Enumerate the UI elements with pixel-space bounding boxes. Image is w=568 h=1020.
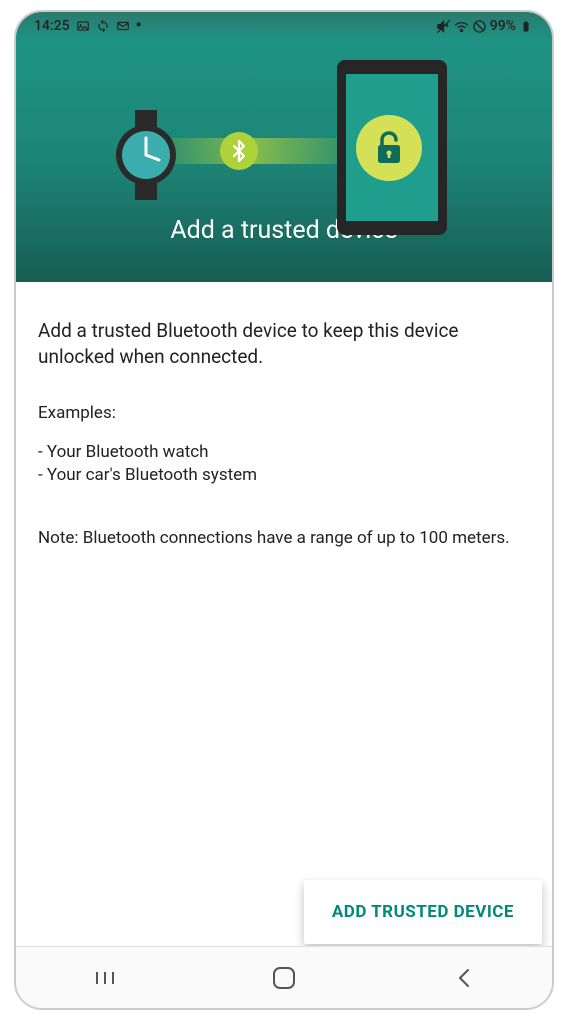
content-area: Add a trusted Bluetooth device to keep t… (16, 282, 552, 946)
battery-text: 99% (490, 18, 516, 34)
note-text: Note: Bluetooth connections have a range… (38, 527, 530, 549)
image-icon (76, 19, 90, 33)
examples-list: - Your Bluetooth watch - Your car's Blue… (38, 441, 530, 487)
nav-bar (16, 946, 552, 1008)
example-item: - Your car's Bluetooth system (38, 464, 530, 487)
wifi-icon (454, 19, 468, 33)
lead-text: Add a trusted Bluetooth device to keep t… (38, 318, 530, 369)
phone-frame: 14:25 • 99% (14, 10, 554, 1010)
add-trusted-device-button[interactable]: ADD TRUSTED DEVICE (304, 880, 542, 944)
no-sim-icon (472, 19, 486, 33)
status-bar: 14:25 • 99% (16, 12, 552, 40)
back-button[interactable] (443, 958, 483, 998)
mute-icon (436, 19, 450, 33)
home-button[interactable] (264, 958, 304, 998)
status-time: 14:25 (34, 18, 70, 34)
unlock-icon (356, 115, 422, 181)
watch-icon (111, 110, 181, 204)
mail-icon (116, 19, 130, 33)
bluetooth-icon (220, 132, 258, 170)
sync-icon (96, 19, 110, 33)
hero: Add a trusted device (16, 40, 552, 282)
hero-graphic (16, 60, 552, 210)
status-right: 99% (436, 18, 534, 34)
recents-button[interactable] (85, 958, 125, 998)
battery-icon (520, 19, 534, 33)
status-more-icon: • (136, 19, 142, 33)
example-item: - Your Bluetooth watch (38, 441, 530, 464)
status-left: 14:25 • (34, 18, 142, 34)
examples-label: Examples: (38, 403, 530, 423)
